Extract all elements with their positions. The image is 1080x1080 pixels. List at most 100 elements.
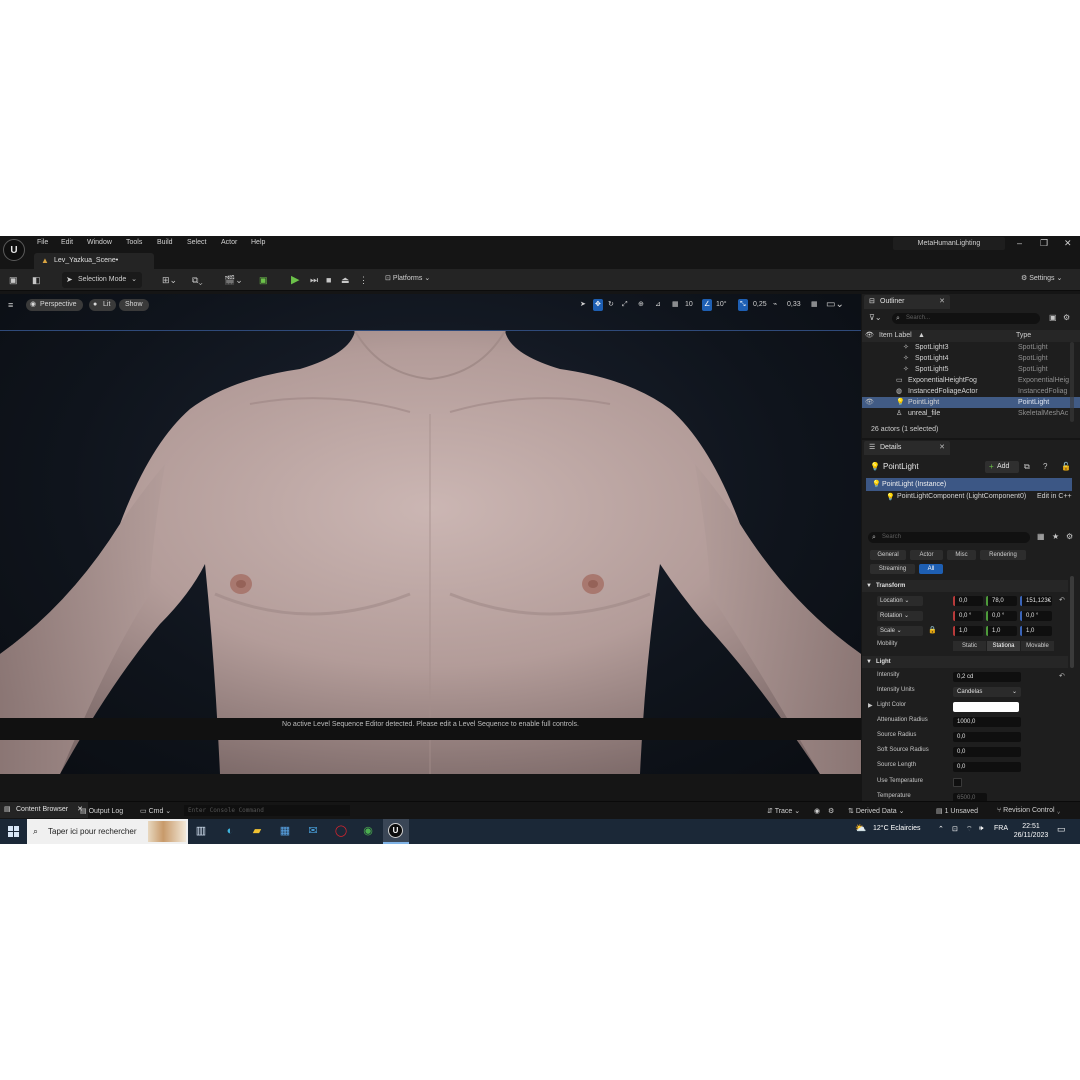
menu-help[interactable]: Help (251, 239, 265, 246)
task-view-icon[interactable]: ▥ (193, 823, 209, 839)
record-icon[interactable]: ◉ (814, 807, 820, 815)
menu-select[interactable]: Select (187, 239, 206, 246)
edge-icon[interactable]: ◐ (222, 823, 238, 839)
visibility-icon[interactable]: 👁 (865, 397, 874, 408)
output-log-button[interactable]: ▤ Output Log (80, 807, 123, 815)
transform-section-header[interactable]: ▼ Transform (862, 580, 1068, 592)
details-search-input[interactable]: ⌕ Search (868, 532, 1030, 543)
outliner-row[interactable]: ♙ unreal_file SkeletalMeshAc (862, 408, 1080, 419)
mobility-movable[interactable]: Movable (1021, 641, 1054, 651)
play-options-icon[interactable]: ⋮ (359, 274, 368, 286)
rotation-snap-icon[interactable]: ∠ (702, 299, 713, 311)
network-icon[interactable]: ⌔ (966, 825, 973, 834)
rotation-dropdown[interactable]: Rotation ⌄ (877, 611, 923, 621)
menu-edit[interactable]: Edit (61, 239, 73, 246)
viewport-layout-icon[interactable]: ▭⌄ (826, 299, 844, 311)
lit-button[interactable]: ● Lit (89, 299, 117, 311)
layout-icon[interactable]: ▦ (811, 299, 818, 311)
lock-icon[interactable]: 🔓 (1061, 462, 1071, 471)
file-explorer-icon[interactable]: ▰ (249, 823, 265, 839)
use-temperature-checkbox[interactable] (953, 778, 962, 787)
menu-file[interactable]: File (37, 239, 48, 246)
outliner-row[interactable]: ✧ SpotLight4 SpotLight (862, 353, 1080, 364)
store-icon[interactable]: ▦ (277, 823, 293, 839)
mail-icon[interactable]: ✉ (305, 823, 321, 839)
outliner-tab[interactable]: ⊟ Outliner ✕ (864, 295, 950, 309)
console-command-input[interactable]: Enter Console Command (184, 805, 350, 816)
outliner-row[interactable]: ✧ SpotLight3 SpotLight (862, 342, 1080, 353)
weather-label[interactable]: 12°C Eclaircies (873, 825, 921, 832)
trace-dropdown[interactable]: ⇵ Trace ⌄ (767, 807, 800, 815)
show-button[interactable]: Show (119, 299, 149, 311)
outliner-row-selected[interactable]: 👁 💡 PointLight PointLight (862, 397, 1080, 408)
rotation-y-field[interactable]: 0,0 ° (986, 611, 1017, 621)
menu-actor[interactable]: Actor (221, 239, 237, 246)
light-section-header[interactable]: ▼ Light (862, 656, 1068, 668)
cinematics-icon[interactable]: 🎬⌄ (224, 274, 243, 286)
perspective-button[interactable]: ◉ Perspective (26, 299, 83, 311)
grid-icon[interactable]: ▦ (1037, 532, 1045, 541)
source-length-field[interactable]: 0,0 (953, 762, 1021, 772)
filter-all[interactable]: All (919, 564, 943, 574)
unreal-logo-icon[interactable]: U (3, 239, 25, 261)
translate-tool-icon[interactable]: ✥ (593, 299, 603, 311)
derived-data-dropdown[interactable]: ⇅ Derived Data ⌄ (848, 807, 904, 815)
settings-dropdown[interactable]: ⚙ Settings ⌄ (1021, 274, 1062, 282)
surface-snap-icon[interactable]: ⊿ (655, 299, 661, 311)
clock[interactable]: 22:51 26/11/2023 (1011, 822, 1051, 840)
location-x-field[interactable]: 0,0 (953, 596, 983, 606)
rotation-snap-value[interactable]: 10° (716, 299, 727, 311)
step-icon[interactable]: ⏭ (310, 274, 318, 286)
reset-icon[interactable]: ↶ (1059, 672, 1065, 680)
soft-source-radius-field[interactable]: 0,0 (953, 747, 1021, 757)
item-label-header[interactable]: Item Label (879, 330, 912, 342)
content-browser-tab[interactable]: ▤ Content Browser ✕ (0, 802, 88, 818)
gear-icon[interactable]: ⚙ (1063, 313, 1070, 322)
scale-tool-icon[interactable]: ⤢ (622, 299, 628, 311)
filter-streaming[interactable]: Streaming (870, 564, 915, 574)
close-icon[interactable]: ✕ (939, 295, 945, 309)
location-z-field[interactable]: 151,123€ (1020, 596, 1052, 606)
details-tab[interactable]: ☰ Details ✕ (864, 441, 950, 455)
chevron-up-icon[interactable]: ⌃ (938, 825, 944, 833)
filter-actor[interactable]: Actor (910, 550, 943, 560)
scale-z-field[interactable]: 1,0 (1020, 626, 1052, 636)
selection-mode-dropdown[interactable]: ➤ Selection Mode ⌄ (62, 272, 142, 288)
blueprint-icon[interactable]: ⧉⌄ (192, 274, 203, 286)
notification-icon[interactable]: ▭ (1057, 824, 1066, 835)
instance-row[interactable]: 💡 PointLight (Instance) (866, 478, 1072, 491)
gear-icon[interactable]: ⚙ (1066, 532, 1073, 541)
revision-control-dropdown[interactable]: ⑂ Revision Control ⌄ (997, 807, 1061, 814)
lock-icon[interactable]: 🔒 (928, 626, 937, 634)
filter-icon[interactable]: ⊽⌄ (869, 313, 882, 322)
outliner-row[interactable]: ◍ InstancedFoliageActor InstancedFoliag (862, 386, 1080, 397)
stop-icon[interactable]: ■ (326, 274, 331, 286)
language-indicator[interactable]: FRA (994, 825, 1008, 832)
rotation-z-field[interactable]: 0,0 ° (1020, 611, 1052, 621)
gear-icon[interactable]: ⚙ (828, 807, 834, 815)
filter-rendering[interactable]: Rendering (980, 550, 1026, 560)
rotate-tool-icon[interactable]: ↻ (608, 299, 614, 311)
eject-icon[interactable]: ⏏ (341, 274, 350, 286)
rotation-x-field[interactable]: 0,0 ° (953, 611, 983, 621)
filter-general[interactable]: General (870, 550, 906, 560)
scale-snap-icon[interactable]: ⤡ (738, 299, 748, 311)
outliner-search-input[interactable]: ⌕ Search... (892, 313, 1040, 324)
level-viewport[interactable]: ≡ ◉ Perspective ● Lit Show ➤ ✥ ↻ ⤢ ⊕ ⊿ ▦ 1… (0, 294, 861, 774)
chrome-icon[interactable]: ◉ (360, 823, 376, 839)
select-tool-icon[interactable]: ➤ (580, 299, 586, 311)
content-icon[interactable]: ◧ (32, 274, 41, 286)
help-icon[interactable]: ? (1043, 462, 1047, 471)
scale-x-field[interactable]: 1,0 (953, 626, 983, 636)
modes-icon[interactable]: ▣ (259, 274, 268, 286)
component-label[interactable]: PointLightComponent (LightComponent0) (897, 493, 1026, 500)
opera-icon[interactable]: ◯ (333, 823, 349, 839)
save-icon[interactable]: ▣ (9, 274, 18, 286)
light-color-swatch[interactable] (953, 702, 1019, 712)
weather-icon[interactable]: ⛅ (855, 823, 866, 834)
minimize-button[interactable]: – (1017, 238, 1022, 248)
add-actor-icon[interactable]: ⊞⌄ (162, 274, 177, 286)
type-header[interactable]: Type (1016, 330, 1031, 342)
platforms-dropdown[interactable]: ⊡ Platforms ⌄ (385, 274, 430, 282)
cmd-dropdown[interactable]: ▭ Cmd ⌄ (140, 807, 171, 815)
